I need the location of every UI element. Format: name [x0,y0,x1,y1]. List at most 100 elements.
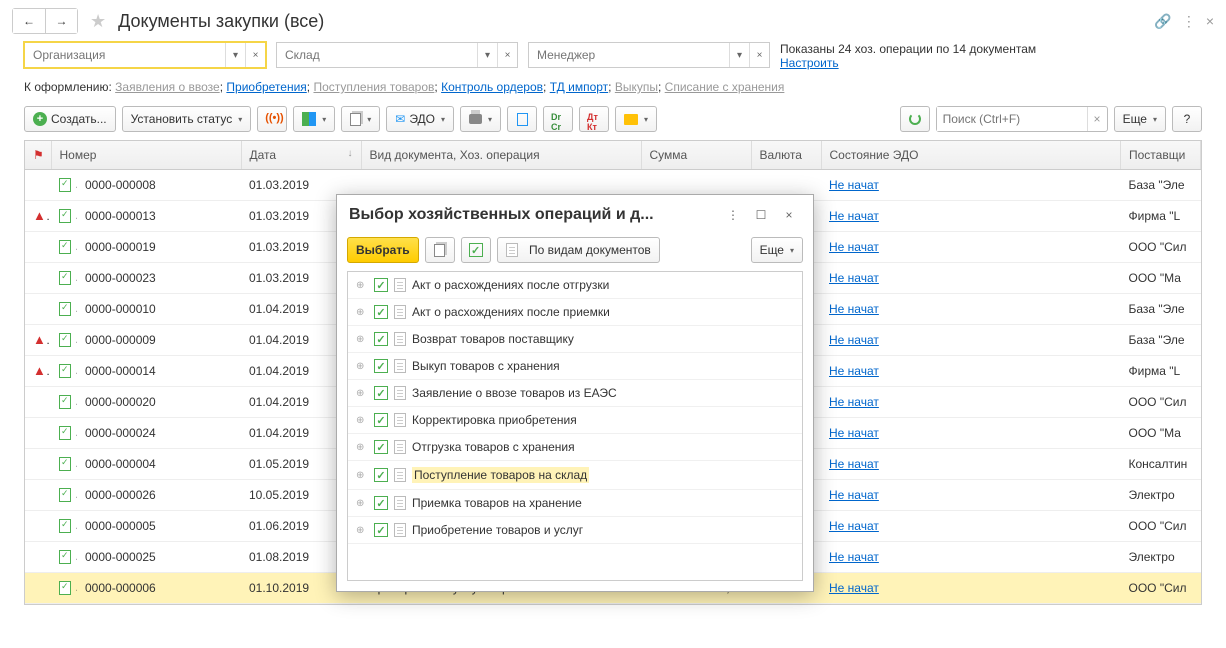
checkbox-icon[interactable]: ✓ [374,359,388,373]
operation-item[interactable]: ⊕✓Акт о расхождениях после приемки [348,299,802,326]
org-clear-icon[interactable]: × [245,43,265,67]
edo-link[interactable]: Не начат [829,550,879,564]
dialog-close-icon[interactable]: × [777,205,801,225]
select-button[interactable]: Выбрать [347,237,419,263]
forward-button[interactable]: → [45,9,77,33]
dialog-list[interactable]: ⊕✓Акт о расхождениях после отгрузки⊕✓Акт… [347,271,803,581]
close-icon[interactable]: × [1206,13,1214,29]
edo-link[interactable]: Не начат [829,395,879,409]
copy-all-button[interactable] [425,237,455,263]
dialog-maximize-icon[interactable]: ☐ [749,205,773,225]
expand-icon[interactable]: ⊕ [356,470,368,481]
configure-link[interactable]: Настроить [780,56,839,70]
print-button[interactable]: ▾ [460,106,501,132]
pending-link[interactable]: Списание с хранения [665,80,785,94]
pending-link[interactable]: Заявления о ввозе [115,80,220,94]
col-flag[interactable]: ⚑ [25,141,51,169]
expand-icon[interactable]: ⊕ [356,442,368,453]
expand-icon[interactable]: ⊕ [356,415,368,426]
drcr-red-button[interactable]: ДтКт [579,106,609,132]
expand-icon[interactable]: ⊕ [356,361,368,372]
back-button[interactable]: ← [13,9,45,33]
check-all-button[interactable]: ✓ [461,237,491,263]
expand-icon[interactable]: ⊕ [356,280,368,291]
col-edo-state[interactable]: Состояние ЭДО [821,141,1121,169]
col-date[interactable]: Дата↓ [241,141,361,169]
pending-link[interactable]: Контроль ордеров [441,80,543,94]
operation-item[interactable]: ⊕✓Приобретение товаров и услуг [348,517,802,544]
star-icon[interactable]: ★ [90,11,106,32]
more-button[interactable]: Еще▾ [1114,106,1166,132]
refresh-button[interactable] [900,106,930,132]
folder-button[interactable]: ▾ [615,106,657,132]
edo-link[interactable]: Не начат [829,519,879,533]
operation-item[interactable]: ⊕✓Приемка товаров на хранение [348,490,802,517]
edo-link[interactable]: Не начат [829,488,879,502]
drcr-green-button[interactable]: DrCr [543,106,573,132]
checkbox-icon[interactable]: ✓ [374,278,388,292]
list-button[interactable] [507,106,537,132]
operation-item[interactable]: ⊕✓Отгрузка товаров с хранения [348,434,802,461]
operation-item[interactable]: ⊕✓Возврат товаров поставщику [348,326,802,353]
col-currency[interactable]: Валюта [751,141,821,169]
edo-link[interactable]: Не начат [829,457,879,471]
warehouse-dropdown-icon[interactable]: ▾ [477,43,497,67]
link-icon[interactable]: 🔗 [1154,13,1171,30]
pending-link[interactable]: ТД импорт [550,80,608,94]
expand-icon[interactable]: ⊕ [356,334,368,345]
edo-link[interactable]: Не начат [829,209,879,223]
set-status-button[interactable]: Установить статус▾ [122,106,252,132]
waves-button[interactable]: ((•)) [257,106,287,132]
expand-icon[interactable]: ⊕ [356,498,368,509]
dialog-menu-icon[interactable]: ⋮ [721,205,745,225]
grid-button[interactable]: ▾ [293,106,335,132]
operation-item[interactable]: ⊕✓Выкуп товаров с хранения [348,353,802,380]
edo-link[interactable]: Не начат [829,178,879,192]
checkbox-icon[interactable]: ✓ [374,332,388,346]
copy-button[interactable]: ▾ [341,106,380,132]
edo-link[interactable]: Не начат [829,581,879,595]
operation-item[interactable]: ⊕✓Поступление товаров на склад [348,461,802,490]
warehouse-input[interactable] [277,43,477,67]
operation-item[interactable]: ⊕✓Корректировка приобретения [348,407,802,434]
pending-link[interactable]: Приобретения [226,80,306,94]
pending-link[interactable]: Поступления товаров [313,80,434,94]
warehouse-filter[interactable]: ▾ × [276,42,518,68]
edo-link[interactable]: Не начат [829,302,879,316]
operation-item[interactable]: ⊕✓Заявление о ввозе товаров из ЕАЭС [348,380,802,407]
create-button[interactable]: +Создать... [24,106,116,132]
col-number[interactable]: Номер [51,141,241,169]
search-clear-icon[interactable]: × [1087,107,1107,131]
help-button[interactable]: ? [1172,106,1202,132]
edo-link[interactable]: Не начат [829,271,879,285]
manager-dropdown-icon[interactable]: ▾ [729,43,749,67]
manager-input[interactable] [529,43,729,67]
expand-icon[interactable]: ⊕ [356,525,368,536]
checkbox-icon[interactable]: ✓ [374,496,388,510]
warehouse-clear-icon[interactable]: × [497,43,517,67]
col-doc-type[interactable]: Вид документа, Хоз. операция [361,141,641,169]
pending-link[interactable]: Выкупы [615,80,658,94]
checkbox-icon[interactable]: ✓ [374,523,388,537]
edo-link[interactable]: Не начат [829,333,879,347]
manager-clear-icon[interactable]: × [749,43,769,67]
checkbox-icon[interactable]: ✓ [374,386,388,400]
checkbox-icon[interactable]: ✓ [374,413,388,427]
operation-item[interactable]: ⊕✓Акт о расхождениях после отгрузки [348,272,802,299]
org-input[interactable] [25,43,225,67]
checkbox-icon[interactable]: ✓ [374,305,388,319]
manager-filter[interactable]: ▾ × [528,42,770,68]
checkbox-icon[interactable]: ✓ [374,468,388,482]
org-dropdown-icon[interactable]: ▾ [225,43,245,67]
search-box[interactable]: × [936,106,1108,132]
col-supplier[interactable]: Поставщи [1121,141,1201,169]
edo-button[interactable]: ✉ ЭДО▾ [386,106,454,132]
edo-link[interactable]: Не начат [829,240,879,254]
checkbox-icon[interactable]: ✓ [374,440,388,454]
col-sum[interactable]: Сумма [641,141,751,169]
edo-link[interactable]: Не начат [829,426,879,440]
expand-icon[interactable]: ⊕ [356,388,368,399]
menu-icon[interactable]: ⋮ [1182,13,1196,30]
org-filter[interactable]: ▾ × [24,42,266,68]
dialog-more-button[interactable]: Еще▾ [751,237,803,263]
